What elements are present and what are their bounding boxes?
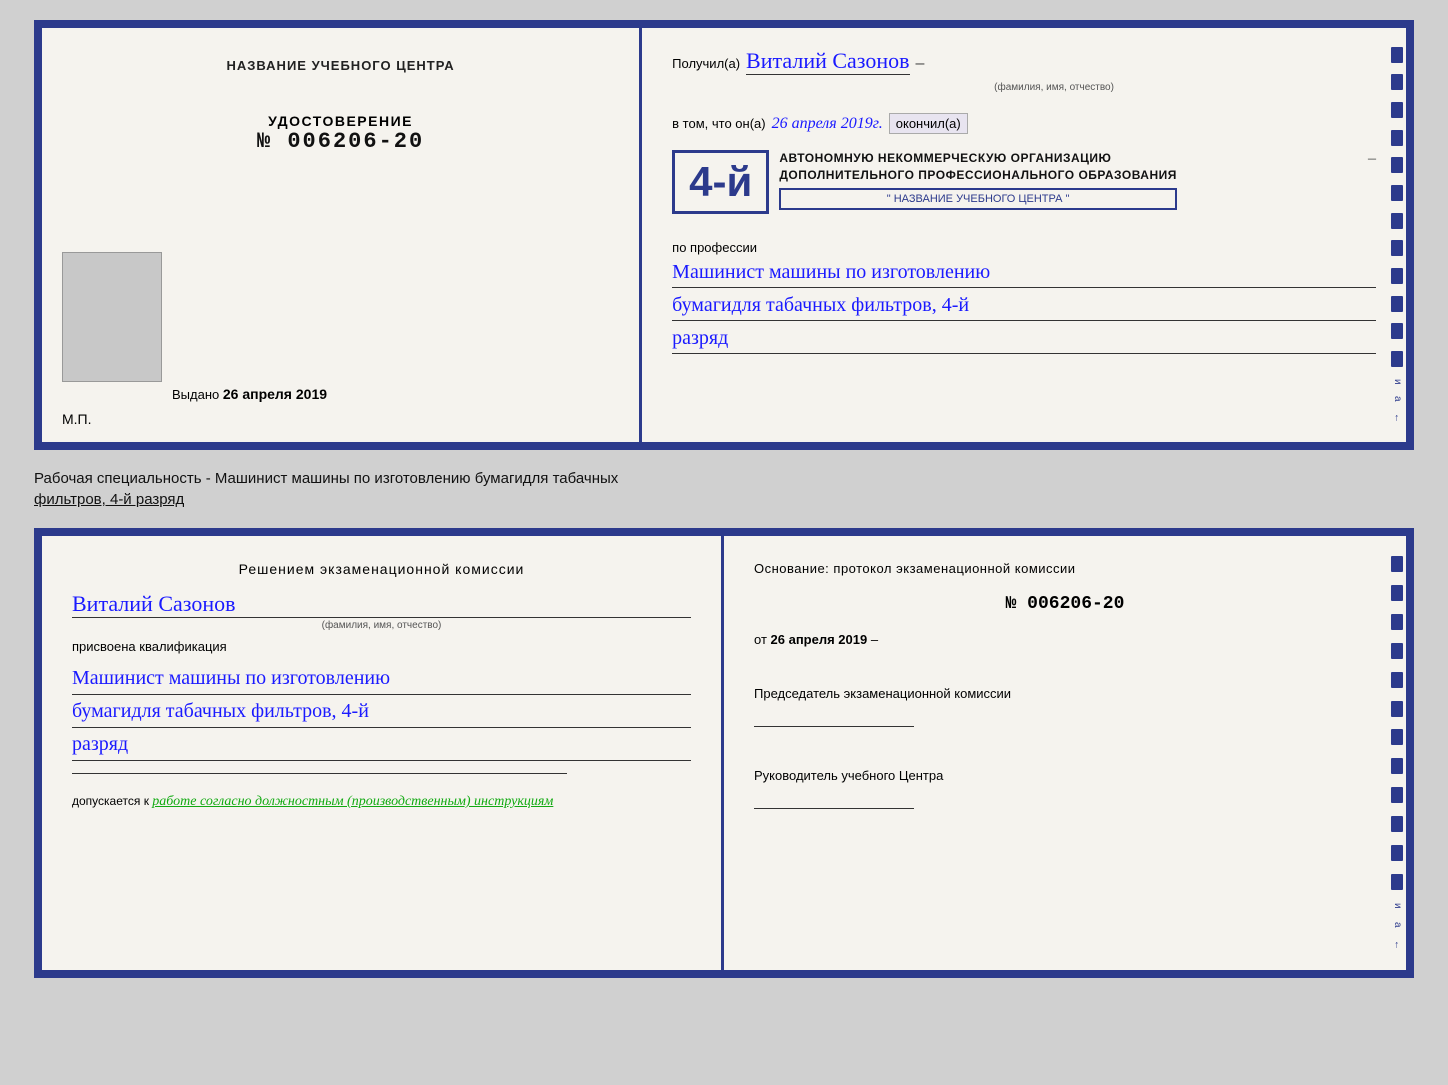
- cert-number: № 006206-20: [257, 129, 424, 154]
- between-label: Рабочая специальность - Машинист машины …: [34, 468, 1414, 510]
- from-date-val: 26 апреля 2019: [771, 632, 868, 647]
- dash1: –: [916, 55, 925, 73]
- profession-block: по профессии Машинист машины по изготовл…: [672, 234, 1376, 354]
- chairman-signature: [754, 707, 914, 727]
- head-block: Руководитель учебного Центра: [754, 757, 1376, 809]
- profession-hw-1: Машинист машины по изготовлению: [672, 257, 1376, 288]
- issued-label: Выдано: [172, 387, 219, 402]
- chairman-label: Председатель экзаменационной комиссии: [754, 685, 1376, 703]
- qual-underline: [72, 773, 567, 774]
- person-block: Виталий Сазонов (фамилия, имя, отчество): [72, 591, 691, 631]
- profession-hw-3: разряд: [672, 323, 1376, 354]
- chairman-block: Председатель экзаменационной комиссии: [754, 675, 1376, 727]
- school-name-top: НАЗВАНИЕ УЧЕБНОГО ЦЕНТРА: [227, 58, 455, 73]
- from-date-line: от 26 апреля 2019 –: [754, 632, 1376, 647]
- profession-hw-2: бумагидля табачных фильтров, 4-й: [672, 290, 1376, 321]
- date-hw: 26 апреля 2019г.: [772, 115, 883, 133]
- between-text-1: Рабочая специальность - Машинист машины …: [34, 468, 1414, 489]
- top-document: НАЗВАНИЕ УЧЕБНОГО ЦЕНТРА УДОСТОВЕРЕНИЕ №…: [34, 20, 1414, 450]
- person-hw: Виталий Сазонов: [72, 591, 691, 618]
- doc-bottom-right: Основание: протокол экзаменационной коми…: [724, 536, 1406, 970]
- protocol-number: № 006206-20: [754, 594, 1376, 614]
- mp-label: М.П.: [62, 411, 92, 427]
- fio-small: (фамилия, имя, отчество): [72, 620, 691, 631]
- qual-hw-1: Машинист машины по изготовлению: [72, 662, 691, 695]
- dash2: –: [1368, 150, 1376, 168]
- recipient-line: Получил(а) Виталий Сазонов –: [672, 48, 1376, 75]
- bottom-document: Решением экзаменационной комиссии Витали…: [34, 528, 1414, 978]
- from-prefix: от: [754, 632, 767, 647]
- profession-label: по профессии: [672, 240, 1376, 255]
- issued-line: Выдано 26 апреля 2019: [172, 386, 327, 402]
- issued-date: 26 апреля 2019: [223, 386, 327, 402]
- org-text-block: АВТОНОМНУЮ НЕКОММЕРЧЕСКУЮ ОРГАНИЗАЦИЮ ДО…: [779, 150, 1177, 210]
- doc-top-left: НАЗВАНИЕ УЧЕБНОГО ЦЕНТРА УДОСТОВЕРЕНИЕ №…: [42, 28, 642, 442]
- head-signature: [754, 789, 914, 809]
- cert-label: УДОСТОВЕРЕНИЕ: [257, 113, 424, 129]
- org-name-stamp: " НАЗВАНИЕ УЧЕБНОГО ЦЕНТРА ": [779, 188, 1177, 210]
- qual-hw-3: разряд: [72, 728, 691, 761]
- allowed-hw: работе согласно должностным (производств…: [152, 794, 553, 809]
- photo-placeholder: [62, 252, 162, 382]
- side-strips-bottom: и а ←: [1388, 536, 1406, 970]
- assigned-label: присвоена квалификация: [72, 639, 691, 654]
- head-label: Руководитель учебного Центра: [754, 767, 1376, 785]
- allowed-prefix: допускается к: [72, 794, 149, 808]
- vtom-prefix: в том, что он(а): [672, 116, 765, 131]
- side-strips-top: и а ←: [1388, 28, 1406, 442]
- org-line2: ДОПОЛНИТЕЛЬНОГО ПРОФЕССИОНАЛЬНОГО ОБРАЗО…: [779, 167, 1177, 184]
- doc-bottom-left: Решением экзаменационной комиссии Витали…: [42, 536, 724, 970]
- stamp-number: 4-й: [689, 161, 752, 203]
- between-text-2-underlined: фильтров, 4-й разряд: [34, 491, 184, 508]
- qualification-block: Машинист машины по изготовлению бумагидл…: [72, 662, 691, 761]
- between-text-2: фильтров, 4-й разряд: [34, 489, 1414, 510]
- stamp-box: 4-й: [672, 150, 769, 214]
- recipient-sublabel: (фамилия, имя, отчество): [994, 82, 1114, 93]
- org-line1: АВТОНОМНУЮ НЕКОММЕРЧЕСКУЮ ОРГАНИЗАЦИЮ: [779, 150, 1177, 167]
- vtom-line: в том, что он(а) 26 апреля 2019г. окончи…: [672, 113, 1376, 134]
- doc-top-right: Получил(а) Виталий Сазонов – (фамилия, и…: [642, 28, 1406, 442]
- okonchil-label: окончил(а): [889, 113, 968, 134]
- cert-number-block: УДОСТОВЕРЕНИЕ № 006206-20: [257, 113, 424, 154]
- basis-title: Основание: протокол экзаменационной коми…: [754, 561, 1376, 576]
- poluchil-label: Получил(а): [672, 56, 740, 71]
- allowed-text: допускается к работе согласно должностны…: [72, 794, 691, 810]
- recipient-name: Виталий Сазонов: [746, 48, 909, 75]
- from-dash: –: [871, 632, 878, 647]
- decision-title: Решением экзаменационной комиссии: [72, 561, 691, 577]
- stamp-area: 4-й АВТОНОМНУЮ НЕКОММЕРЧЕСКУЮ ОРГАНИЗАЦИ…: [672, 150, 1376, 214]
- qual-hw-2: бумагидля табачных фильтров, 4-й: [72, 695, 691, 728]
